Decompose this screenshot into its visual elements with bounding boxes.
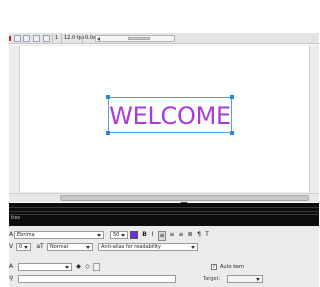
scroll-left-icon[interactable]	[97, 37, 100, 41]
selectable-icon[interactable]: ◆	[75, 263, 82, 271]
link-url-input[interactable]	[18, 275, 176, 283]
target-select[interactable]	[227, 275, 263, 283]
stage-scroll-thumb[interactable]	[60, 195, 309, 201]
playhead-marker-icon	[9, 36, 11, 41]
anti-alias-value: Anti-alias for readability	[101, 244, 161, 250]
character-position-select[interactable]: Normal	[47, 243, 93, 251]
align-justify-icon[interactable]: ≣	[186, 231, 194, 239]
align-center-icon[interactable]: ≡	[168, 231, 176, 239]
letter-spacing-field[interactable]: 0	[16, 243, 31, 251]
show-border-icon[interactable]	[93, 263, 100, 271]
timeline-status-bar: 1 12.0 fps 0.0s	[9, 33, 319, 44]
center-frame-icon[interactable]	[14, 35, 21, 42]
anti-alias-select[interactable]: Anti-alias for readability	[98, 243, 198, 251]
font-family-select[interactable]: Ebrima	[14, 231, 104, 239]
link-icon: ⚲	[9, 275, 14, 282]
auto-kern-label: Auto kern	[220, 264, 245, 270]
timeline-scroll-thumb[interactable]	[128, 37, 150, 40]
chevron-down-icon	[97, 234, 101, 237]
chevron-down-icon	[86, 246, 90, 249]
chevron-down-icon	[65, 266, 69, 269]
properties-panel-header: ties	[9, 203, 319, 226]
edit-multiple-frames-icon[interactable]	[43, 35, 50, 42]
chevron-down-icon	[121, 234, 125, 237]
resize-handle-top-left[interactable]	[106, 95, 110, 99]
resize-handle-bottom-right[interactable]	[230, 131, 234, 135]
letter-spacing-icon: V	[9, 243, 14, 250]
character-position-icon: aT	[36, 243, 44, 250]
text-type-icon: A	[9, 263, 14, 270]
font-size-value: 50	[113, 232, 120, 238]
divider	[9, 211, 319, 212]
onion-skin-outlines-icon[interactable]	[33, 35, 40, 42]
divider	[9, 214, 319, 215]
panel-title: ties	[11, 215, 21, 221]
character-position-value: Normal	[50, 244, 69, 250]
current-frame: 1	[52, 34, 60, 43]
welcome-text[interactable]: WELCOME	[109, 98, 231, 132]
paragraph-icon[interactable]: ¶	[195, 231, 203, 239]
italic-icon[interactable]: I	[149, 231, 156, 239]
text-type-select[interactable]	[18, 263, 72, 271]
resize-handle-bottom-left[interactable]	[106, 131, 110, 135]
letter-spacing-value: 0	[19, 244, 23, 250]
welcome-text-box[interactable]: WELCOME	[106, 95, 234, 135]
text-orientation-icon[interactable]: T	[203, 231, 211, 239]
onion-skin-icon[interactable]	[23, 35, 30, 42]
chevron-down-icon	[256, 278, 260, 281]
align-left-icon[interactable]: ≡	[158, 231, 166, 241]
text-tool-icon: A	[9, 231, 14, 238]
font-family-value: Ebrima	[17, 232, 35, 238]
divider	[9, 207, 319, 208]
bold-icon[interactable]: B	[141, 231, 148, 239]
properties-panel: A Ebrima 50 B I ≡ ≡ ≡ ≣ ¶ T V 0 aT Norma…	[9, 226, 319, 287]
resize-handle-top-right[interactable]	[230, 95, 234, 99]
auto-kern-checkbox[interactable]: ✓	[211, 264, 217, 270]
render-html-icon[interactable]: ◇	[84, 263, 91, 271]
chevron-down-icon	[191, 246, 195, 249]
stage-horizontal-scrollbar[interactable]	[9, 193, 319, 202]
align-right-icon[interactable]: ≡	[177, 231, 185, 239]
font-size-field[interactable]: 50	[110, 231, 128, 239]
timeline-scrollbar[interactable]	[95, 35, 175, 42]
chevron-down-icon	[24, 246, 28, 249]
target-label: Target:	[203, 276, 221, 282]
text-color-swatch[interactable]	[130, 231, 138, 239]
